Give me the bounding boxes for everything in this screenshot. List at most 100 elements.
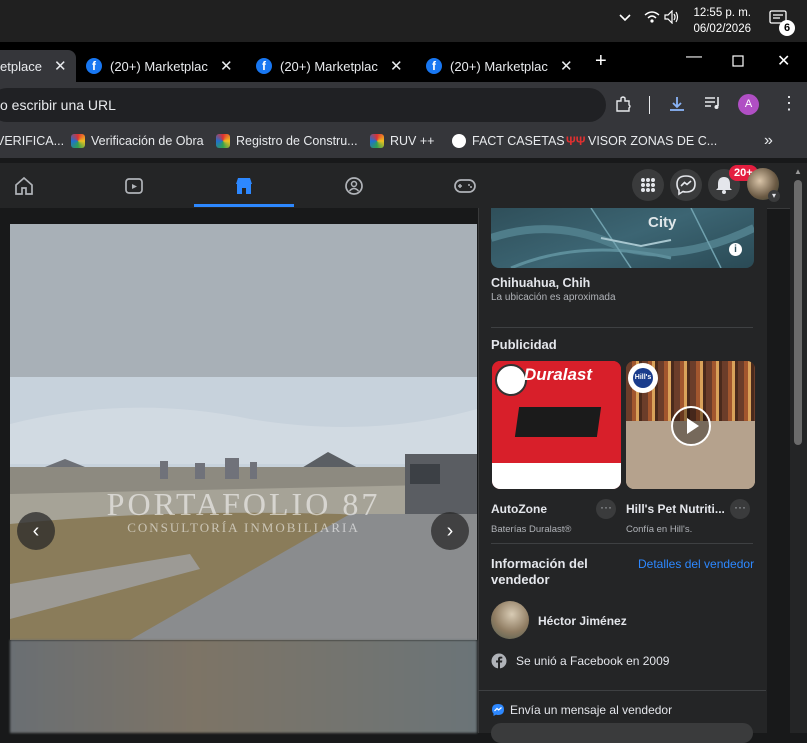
extensions-icon[interactable] bbox=[614, 95, 632, 118]
divider bbox=[478, 690, 766, 691]
ad-caption: Baterías Duralast® bbox=[491, 524, 572, 535]
scrollbar-thumb[interactable] bbox=[794, 180, 802, 445]
close-icon[interactable]: ✕ bbox=[54, 57, 67, 75]
seller-avatar[interactable] bbox=[491, 601, 529, 639]
tab-marketplace[interactable]: f (20+) Marketplace ✕ bbox=[256, 50, 403, 82]
globe-icon bbox=[452, 134, 466, 148]
address-placeholder: o escribir una URL bbox=[0, 97, 116, 113]
ad-footer bbox=[492, 463, 621, 489]
close-icon[interactable]: ✕ bbox=[220, 57, 233, 75]
close-icon[interactable]: ✕ bbox=[390, 57, 403, 75]
divider bbox=[491, 327, 753, 328]
ad-brand[interactable]: Hill's Pet Nutriti... bbox=[626, 502, 725, 516]
battery-image bbox=[514, 407, 602, 437]
profile-avatar[interactable]: A bbox=[738, 94, 759, 115]
tab-title: (20+) Marketplace bbox=[280, 58, 378, 74]
chevron-up-icon[interactable] bbox=[618, 10, 632, 29]
ad-caption: Confía en Hill's. bbox=[626, 524, 693, 535]
seller-name[interactable]: Héctor Jiménez bbox=[538, 614, 627, 628]
minimize-icon[interactable]: — bbox=[686, 48, 702, 66]
download-icon[interactable] bbox=[668, 95, 686, 118]
close-icon[interactable]: ✕ bbox=[560, 57, 573, 75]
home-icon[interactable] bbox=[14, 176, 34, 201]
facebook-icon: f bbox=[256, 58, 272, 74]
address-bar[interactable]: o escribir una URL bbox=[0, 88, 606, 122]
photo-watermark-title: PORTAFOLIO 87 bbox=[106, 486, 381, 522]
tab-title: etplace bbox=[0, 58, 42, 74]
ad-image-autozone[interactable]: Duralast bbox=[492, 361, 621, 489]
groups-icon[interactable] bbox=[344, 176, 364, 201]
tab-title: (20+) Marketplace bbox=[110, 58, 208, 74]
gaming-icon[interactable] bbox=[454, 178, 476, 199]
bookmarks-bar: VERIFICA... Verificación de Obra Registr… bbox=[0, 128, 807, 158]
autozone-logo-icon bbox=[495, 364, 527, 396]
shield-logo-icon bbox=[370, 134, 384, 148]
bookmark-item[interactable]: RUV ++ bbox=[370, 134, 434, 148]
more-options-icon[interactable]: ··· bbox=[596, 499, 616, 519]
previous-photo-button[interactable]: ‹ bbox=[17, 512, 55, 550]
chevron-down-icon[interactable]: ▾ bbox=[768, 190, 780, 202]
menu-button[interactable] bbox=[632, 169, 664, 201]
ad-image-text: Duralast bbox=[524, 365, 593, 384]
shield-logo-icon bbox=[216, 134, 230, 148]
messenger-icon bbox=[676, 175, 696, 196]
tab-marketplace[interactable]: f (20+) Marketplace ✕ bbox=[426, 50, 573, 82]
facebook-icon: f bbox=[426, 58, 442, 74]
next-photo-preview bbox=[10, 640, 477, 733]
ads-heading: Publicidad bbox=[491, 337, 557, 352]
next-photo-button[interactable]: › bbox=[431, 512, 469, 550]
tab-marketplace-active[interactable]: etplace ✕ bbox=[0, 50, 76, 82]
ad-brand[interactable]: AutoZone bbox=[491, 502, 547, 516]
profile-initial: A bbox=[744, 98, 753, 110]
tab-title: (20+) Marketplace bbox=[450, 58, 548, 74]
new-tab-icon[interactable]: + bbox=[595, 50, 607, 73]
hills-logo-icon: Hill's bbox=[628, 363, 658, 393]
browser-tab-strip: etplace ✕ f (20+) Marketplace ✕ f (20+) … bbox=[0, 42, 807, 82]
listing-photo-image bbox=[10, 224, 477, 640]
ad-image-text: Hill's bbox=[634, 374, 652, 381]
listing-photo[interactable]: PORTAFOLIO 87 CONSULTORÍA INMOBILIARIA bbox=[10, 224, 477, 640]
bookmark-label: RUV ++ bbox=[390, 134, 435, 148]
divider bbox=[491, 543, 753, 544]
message-seller-label: Envía un mensaje al vendedor bbox=[510, 703, 673, 717]
browser-menu-icon[interactable]: ⋮ bbox=[780, 93, 798, 114]
messenger-button[interactable] bbox=[670, 169, 702, 201]
bookmark-label: Verificación de Obra bbox=[91, 134, 204, 148]
media-control-icon[interactable] bbox=[704, 95, 722, 116]
scroll-up-icon[interactable]: ▲ bbox=[794, 167, 802, 176]
system-taskbar: 12:55 p. m. 06/02/2026 6 bbox=[0, 0, 807, 42]
video-icon[interactable] bbox=[124, 176, 144, 201]
map-label: City bbox=[648, 214, 677, 231]
more-options-icon[interactable]: ··· bbox=[730, 499, 750, 519]
clock-time: 12:55 p. m. bbox=[693, 7, 751, 19]
bookmark-item[interactable]: Registro de Constru... bbox=[216, 134, 358, 148]
wifi-icon[interactable] bbox=[644, 10, 660, 29]
bookmark-item[interactable]: FACT CASETAS bbox=[452, 134, 565, 148]
messenger-icon bbox=[491, 703, 505, 722]
bookmark-label: FACT CASETAS bbox=[472, 134, 565, 148]
bookmark-label: VERIFICA... bbox=[0, 134, 65, 148]
ad-image-hills[interactable]: Hill's bbox=[626, 361, 755, 489]
bookmark-item[interactable]: Verificación de Obra bbox=[71, 134, 204, 148]
bookmark-label: VISOR ZONAS DE C... bbox=[588, 134, 718, 148]
info-icon[interactable]: i bbox=[729, 243, 742, 256]
maximize-icon[interactable] bbox=[732, 54, 744, 72]
grid-menu-icon bbox=[641, 178, 655, 192]
location-map[interactable]: City i bbox=[491, 208, 754, 268]
more-bookmarks-icon[interactable]: » bbox=[764, 132, 773, 150]
bookmark-logo-icon: ΨΨ bbox=[566, 134, 586, 148]
play-video-icon[interactable] bbox=[671, 406, 711, 446]
close-window-icon[interactable]: ✕ bbox=[777, 51, 790, 71]
system-clock[interactable]: 12:55 p. m. 06/02/2026 bbox=[693, 5, 751, 37]
volume-icon[interactable] bbox=[664, 9, 680, 29]
tab-marketplace[interactable]: f (20+) Marketplace ✕ bbox=[86, 50, 233, 82]
seller-joined: Se unió a Facebook en 2009 bbox=[516, 654, 670, 668]
message-input[interactable] bbox=[491, 723, 753, 743]
notification-center-button[interactable]: 6 bbox=[769, 10, 795, 36]
browser-toolbar: o escribir una URL A ⋮ bbox=[0, 82, 807, 128]
seller-details-link[interactable]: Detalles del vendedor bbox=[638, 557, 754, 571]
seller-info-heading: Información del vendedor bbox=[491, 556, 588, 587]
bookmark-item[interactable]: ΨΨ VISOR ZONAS DE C... bbox=[566, 134, 717, 148]
bookmark-item[interactable]: VERIFICA... bbox=[0, 134, 64, 148]
marketplace-icon[interactable] bbox=[234, 176, 254, 201]
